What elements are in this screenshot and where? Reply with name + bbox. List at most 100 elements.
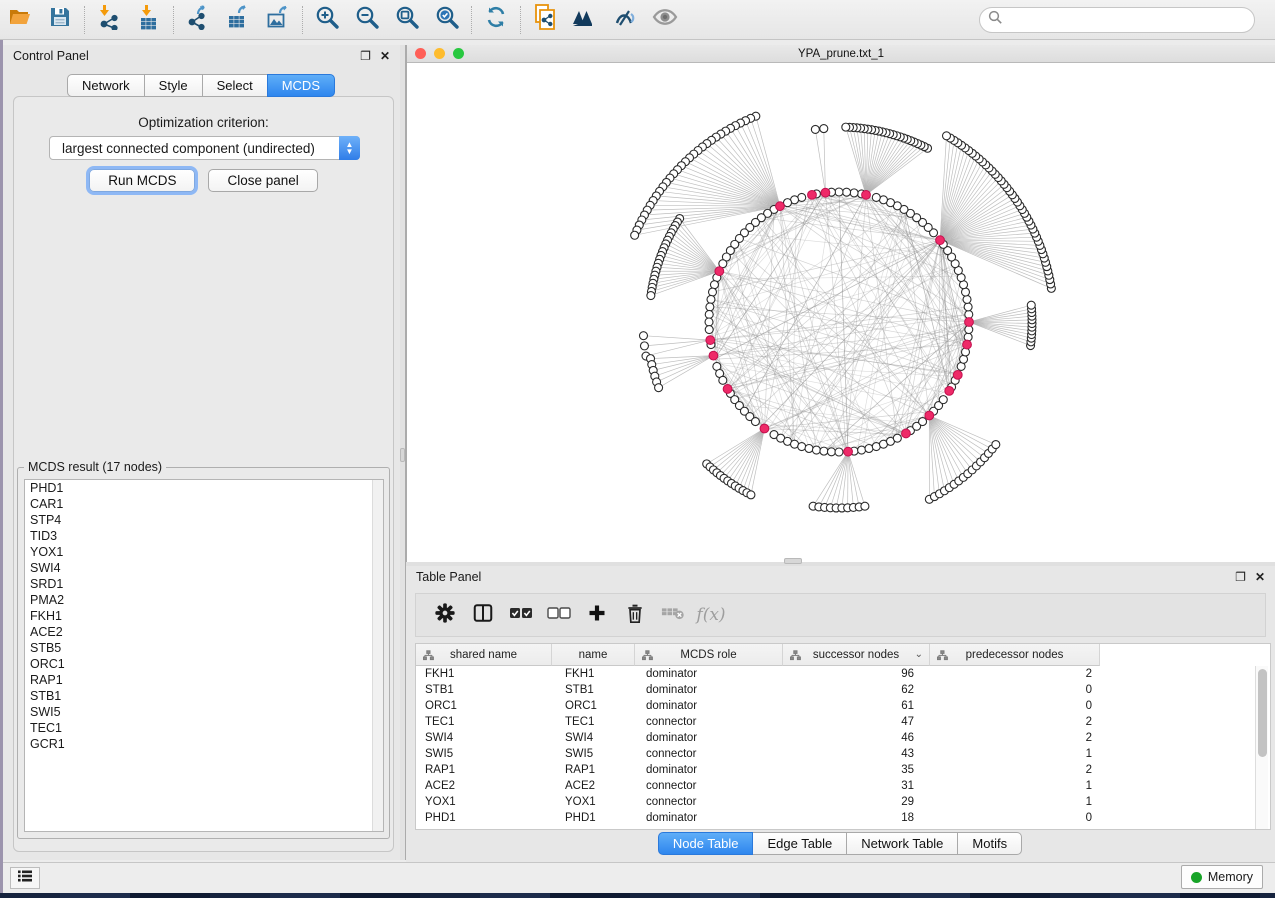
export-image-button[interactable] <box>258 3 298 37</box>
sort-indicator-icon[interactable]: ⌄ <box>915 649 923 660</box>
delete-column-button[interactable] <box>618 598 652 632</box>
open-session-button[interactable] <box>0 3 40 37</box>
network-node[interactable] <box>835 188 843 196</box>
table-row[interactable]: YOX1YOX1connector291 <box>416 794 1270 810</box>
column-header-predecessor-nodes[interactable]: predecessor nodes <box>930 644 1100 666</box>
mcds-result-item[interactable]: ACE2 <box>25 624 383 640</box>
mcds-hub-node[interactable] <box>862 190 871 199</box>
mcds-hub-node[interactable] <box>965 318 974 327</box>
import-table-button[interactable] <box>129 3 169 37</box>
select-all-rows-button[interactable] <box>504 598 538 632</box>
mcds-result-list[interactable]: PHD1CAR1STP4TID3YOX1SWI4SRD1PMA2FKH1ACE2… <box>24 479 384 832</box>
table-tab-node-table[interactable]: Node Table <box>658 832 754 855</box>
export-network-button[interactable] <box>178 3 218 37</box>
mcds-result-item[interactable]: ORC1 <box>25 656 383 672</box>
list-scrollbar[interactable] <box>372 480 383 831</box>
mcds-hub-node[interactable] <box>953 370 962 379</box>
column-header-successor-nodes[interactable]: successor nodes⌄ <box>783 644 930 666</box>
search-all-button[interactable] <box>565 3 605 37</box>
close-panel-icon[interactable]: ✕ <box>380 50 390 62</box>
mcds-result-item[interactable]: GCR1 <box>25 736 383 752</box>
mcds-hub-node[interactable] <box>808 190 817 199</box>
deselect-all-rows-button[interactable] <box>542 598 576 632</box>
network-node[interactable] <box>963 295 971 303</box>
mcds-result-item[interactable]: FKH1 <box>25 608 383 624</box>
network-node[interactable] <box>812 446 820 454</box>
network-node[interactable] <box>827 448 835 456</box>
mcds-hub-node[interactable] <box>963 340 972 349</box>
mcds-result-item[interactable]: PMA2 <box>25 592 383 608</box>
mcds-result-item[interactable]: PHD1 <box>25 480 383 496</box>
network-node[interactable] <box>710 281 718 289</box>
network-node[interactable] <box>707 295 715 303</box>
network-node[interactable] <box>964 303 972 311</box>
network-node[interactable] <box>798 443 806 451</box>
close-panel-icon[interactable]: ✕ <box>1255 571 1265 583</box>
table-row[interactable]: ORC1ORC1dominator610 <box>416 698 1270 714</box>
network-graph[interactable] <box>407 64 1275 562</box>
network-node[interactable] <box>709 288 717 296</box>
network-node[interactable] <box>960 355 968 363</box>
add-column-button[interactable] <box>580 598 614 632</box>
network-node[interactable] <box>747 491 755 499</box>
mcds-hub-node[interactable] <box>925 411 934 420</box>
mcds-hub-node[interactable] <box>706 336 715 345</box>
table-row[interactable]: TEC1TEC1connector472 <box>416 714 1270 730</box>
mcds-result-item[interactable]: STB5 <box>25 640 383 656</box>
network-node[interactable] <box>706 303 714 311</box>
table-tab-edge-table[interactable]: Edge Table <box>752 832 847 855</box>
mcds-result-item[interactable]: SRD1 <box>25 576 383 592</box>
mcds-hub-node[interactable] <box>902 429 911 438</box>
table-row[interactable]: SWI5SWI5connector431 <box>416 746 1270 762</box>
zoom-selected-button[interactable] <box>427 3 467 37</box>
network-node[interactable] <box>872 193 880 201</box>
network-node[interactable] <box>820 447 828 455</box>
network-canvas[interactable] <box>407 64 1275 562</box>
network-node[interactable] <box>820 125 828 133</box>
network-node[interactable] <box>719 376 727 384</box>
criterion-select[interactable]: largest connected component (undirected)… <box>49 136 360 160</box>
hide-details-button[interactable] <box>605 3 645 37</box>
network-node[interactable] <box>655 384 663 392</box>
tab-mcds[interactable]: MCDS <box>267 74 335 97</box>
mcds-hub-node[interactable] <box>936 236 945 245</box>
mcds-result-item[interactable]: SWI5 <box>25 704 383 720</box>
float-panel-icon[interactable]: ❐ <box>360 50 371 62</box>
tab-style[interactable]: Style <box>144 74 203 97</box>
mcds-result-item[interactable]: TID3 <box>25 528 383 544</box>
network-node[interactable] <box>961 288 969 296</box>
network-node[interactable] <box>640 342 648 350</box>
mcds-hub-node[interactable] <box>945 386 954 395</box>
mcds-result-item[interactable]: CAR1 <box>25 496 383 512</box>
network-node[interactable] <box>893 434 901 442</box>
column-header-shared-name[interactable]: shared name <box>416 644 552 666</box>
table-tab-network-table[interactable]: Network Table <box>846 832 958 855</box>
float-panel-icon[interactable]: ❐ <box>1235 571 1246 583</box>
column-header-MCDS-role[interactable]: MCDS role <box>635 644 783 666</box>
table-row[interactable]: STB1STB1dominator620 <box>416 682 1270 698</box>
show-details-button[interactable] <box>645 3 685 37</box>
network-node[interactable] <box>811 125 819 133</box>
network-node[interactable] <box>943 132 951 140</box>
network-node[interactable] <box>751 418 759 426</box>
network-node[interactable] <box>639 332 647 340</box>
mcds-result-item[interactable]: RAP1 <box>25 672 383 688</box>
zoom-fit-button[interactable] <box>387 3 427 37</box>
network-node[interactable] <box>858 446 866 454</box>
mcds-result-item[interactable]: STP4 <box>25 512 383 528</box>
table-row[interactable]: PHD1PHD1dominator180 <box>416 810 1270 826</box>
table-row[interactable]: SWI4SWI4dominator462 <box>416 730 1270 746</box>
show-columns-button[interactable] <box>466 598 500 632</box>
mcds-hub-node[interactable] <box>715 267 724 276</box>
task-history-button[interactable] <box>10 867 40 889</box>
mcds-hub-node[interactable] <box>844 447 853 456</box>
network-node[interactable] <box>705 318 713 326</box>
network-node[interactable] <box>842 123 850 131</box>
mcds-result-item[interactable]: STB1 <box>25 688 383 704</box>
network-node[interactable] <box>865 444 873 452</box>
import-network-button[interactable] <box>89 3 129 37</box>
mcds-hub-node[interactable] <box>776 202 785 211</box>
zoom-in-button[interactable] <box>307 3 347 37</box>
mcds-hub-node[interactable] <box>709 351 718 360</box>
table-row[interactable]: RAP1RAP1dominator352 <box>416 762 1270 778</box>
